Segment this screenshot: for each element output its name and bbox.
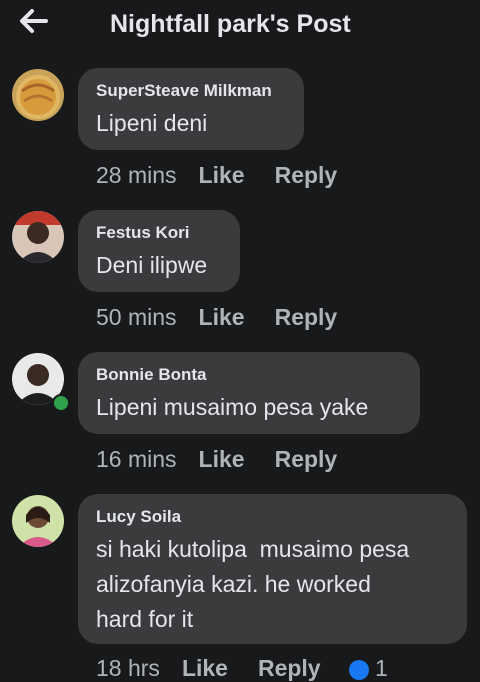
reply-button[interactable]: Reply bbox=[258, 655, 321, 682]
comment-bubble: Bonnie Bonta Lipeni musaimo pesa yake bbox=[78, 352, 420, 434]
reply-button[interactable]: Reply bbox=[275, 446, 338, 473]
back-arrow-icon[interactable] bbox=[18, 8, 48, 34]
comment-author[interactable]: Lucy Soila bbox=[96, 506, 449, 528]
reply-button[interactable]: Reply bbox=[275, 304, 338, 331]
reply-button[interactable]: Reply bbox=[275, 162, 338, 189]
comment-actions: 28 mins Like Reply bbox=[96, 162, 337, 189]
comment-time: 18 hrs bbox=[96, 655, 160, 681]
comment-bubble: SuperSteave Milkman Lipeni deni bbox=[78, 68, 304, 150]
comment-author[interactable]: Festus Kori bbox=[96, 222, 222, 244]
comment-text: si haki kutolipa musaimo pesa alizofanyi… bbox=[96, 536, 410, 632]
avatar[interactable] bbox=[12, 211, 64, 263]
like-button[interactable]: Like bbox=[199, 446, 245, 473]
comment-text: Lipeni deni bbox=[96, 110, 208, 136]
comment-bubble: Lucy Soila si haki kutolipa musaimo pesa… bbox=[78, 494, 467, 644]
comment-time: 28 mins bbox=[96, 162, 177, 188]
like-button[interactable]: Like bbox=[199, 162, 245, 189]
avatar[interactable] bbox=[12, 69, 64, 121]
comment-author[interactable]: Bonnie Bonta bbox=[96, 364, 402, 386]
comment-text: Lipeni musaimo pesa yake bbox=[96, 394, 369, 420]
comment-time: 50 mins bbox=[96, 304, 177, 330]
comment-bubble: Festus Kori Deni ilipwe bbox=[78, 210, 240, 292]
like-button[interactable]: Like bbox=[182, 655, 228, 682]
online-status-icon bbox=[52, 394, 70, 412]
comment-author[interactable]: SuperSteave Milkman bbox=[96, 80, 286, 102]
comment-actions: 50 mins Like Reply bbox=[96, 304, 337, 331]
comment-text: Deni ilipwe bbox=[96, 252, 208, 278]
comment-actions: 16 mins Like Reply bbox=[96, 446, 337, 473]
avatar[interactable] bbox=[12, 495, 64, 547]
header: Nightfall park's Post bbox=[0, 0, 480, 50]
like-button[interactable]: Like bbox=[199, 304, 245, 331]
comment-actions: 18 hrs Like Reply 1 bbox=[96, 655, 388, 682]
reaction-count[interactable]: 1 bbox=[375, 655, 388, 682]
page-title: Nightfall park's Post bbox=[110, 10, 351, 38]
comment-time: 16 mins bbox=[96, 446, 177, 472]
